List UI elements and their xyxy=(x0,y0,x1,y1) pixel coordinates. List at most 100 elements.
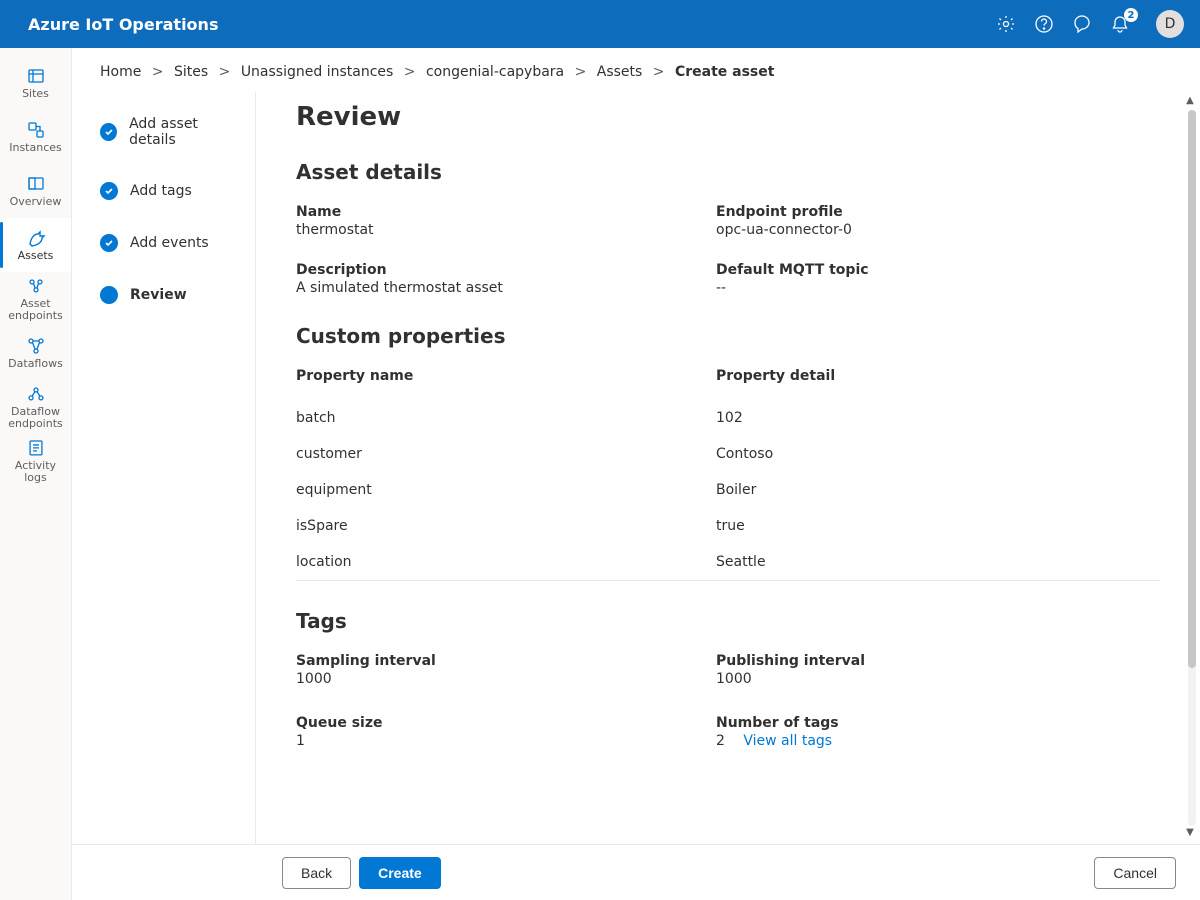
overview-icon xyxy=(26,174,46,194)
feedback-icon[interactable] xyxy=(1072,14,1092,34)
instances-icon xyxy=(26,120,46,140)
rail-item-instances[interactable]: Instances xyxy=(0,110,71,164)
settings-icon[interactable] xyxy=(996,14,1016,34)
prop-name: customer xyxy=(296,436,716,472)
label-queue: Queue size xyxy=(296,715,716,731)
dataflow-endpoints-icon xyxy=(26,384,46,404)
label-description: Description xyxy=(296,262,716,278)
crumb-current: Create asset xyxy=(675,64,774,80)
rail-label: Activity logs xyxy=(2,460,69,484)
rail-item-dataflow-endpoints[interactable]: Dataflow endpoints xyxy=(0,380,71,434)
dataflows-icon xyxy=(26,336,46,356)
col-property-name: Property name xyxy=(296,368,716,400)
rail-item-activity-logs[interactable]: Activity logs xyxy=(0,434,71,488)
rail-label: Overview xyxy=(10,196,62,208)
value-tag-count: 2 xyxy=(716,733,725,749)
rail-label: Dataflow endpoints xyxy=(2,406,69,430)
label-sampling: Sampling interval xyxy=(296,653,716,669)
create-button[interactable]: Create xyxy=(359,857,441,889)
step-label: Review xyxy=(130,287,187,303)
breadcrumb-sep: > xyxy=(152,64,164,80)
back-button[interactable]: Back xyxy=(282,857,351,889)
content-scroll: Review Asset details Name thermostat End… xyxy=(256,92,1200,844)
prop-detail: true xyxy=(716,508,1160,544)
check-icon xyxy=(100,182,118,200)
prop-name: isSpare xyxy=(296,508,716,544)
crumb-home[interactable]: Home xyxy=(100,64,141,80)
help-icon[interactable] xyxy=(1034,14,1054,34)
avatar[interactable]: D xyxy=(1156,10,1184,38)
wizard-steps: Add asset details Add tags Add events Re… xyxy=(72,92,256,844)
rail-item-assets[interactable]: Assets xyxy=(0,218,71,272)
scroll-down-icon[interactable]: ▼ xyxy=(1184,828,1196,840)
rail-label: Assets xyxy=(18,250,54,262)
step-add-tags[interactable]: Add tags xyxy=(100,182,243,200)
crumb-assets[interactable]: Assets xyxy=(597,64,643,80)
step-label: Add tags xyxy=(130,183,192,199)
rail-item-dataflows[interactable]: Dataflows xyxy=(0,326,71,380)
app-title: Azure IoT Operations xyxy=(28,15,996,34)
step-add-asset-details[interactable]: Add asset details xyxy=(100,116,243,148)
left-rail: Sites Instances Overview Assets Asset en… xyxy=(0,48,72,900)
topbar-actions: 2 D xyxy=(996,10,1184,38)
cancel-button[interactable]: Cancel xyxy=(1094,857,1176,889)
value-description: A simulated thermostat asset xyxy=(296,280,716,296)
rail-label: Instances xyxy=(9,142,62,154)
rail-label: Asset endpoints xyxy=(2,298,69,322)
breadcrumb: Home > Sites > Unassigned instances > co… xyxy=(72,48,1200,92)
topbar: Azure IoT Operations 2 D xyxy=(0,0,1200,48)
current-step-icon xyxy=(100,286,118,304)
label-endpoint: Endpoint profile xyxy=(716,204,1160,220)
prop-detail: Boiler xyxy=(716,472,1160,508)
label-name: Name xyxy=(296,204,716,220)
breadcrumb-sep: > xyxy=(575,64,587,80)
page-title: Review xyxy=(296,102,1160,132)
scrollbar-thumb[interactable] xyxy=(1188,110,1196,668)
check-icon xyxy=(100,234,118,252)
label-mqtt: Default MQTT topic xyxy=(716,262,1160,278)
value-queue: 1 xyxy=(296,733,716,749)
section-tags: Tags xyxy=(296,609,1160,633)
section-custom-properties: Custom properties xyxy=(296,324,1160,348)
breadcrumb-sep: > xyxy=(653,64,665,80)
step-review[interactable]: Review xyxy=(100,286,243,304)
step-label: Add asset details xyxy=(129,116,243,148)
prop-name: batch xyxy=(296,400,716,436)
wizard-footer: Back Create Cancel xyxy=(72,844,1200,900)
crumb-instance[interactable]: congenial-capybara xyxy=(426,64,564,80)
crumb-unassigned[interactable]: Unassigned instances xyxy=(241,64,394,80)
activity-logs-icon xyxy=(26,438,46,458)
prop-name: location xyxy=(296,544,716,580)
notification-badge: 2 xyxy=(1124,8,1138,22)
value-endpoint: opc-ua-connector-0 xyxy=(716,222,1160,238)
value-sampling: 1000 xyxy=(296,671,716,687)
rail-item-sites[interactable]: Sites xyxy=(0,56,71,110)
view-all-tags-link[interactable]: View all tags xyxy=(743,733,832,749)
rail-item-asset-endpoints[interactable]: Asset endpoints xyxy=(0,272,71,326)
sites-icon xyxy=(26,66,46,86)
step-add-events[interactable]: Add events xyxy=(100,234,243,252)
prop-detail: Contoso xyxy=(716,436,1160,472)
scrollbar[interactable] xyxy=(1188,110,1196,826)
notifications-icon[interactable]: 2 xyxy=(1110,14,1130,34)
section-asset-details: Asset details xyxy=(296,160,1160,184)
label-tag-count: Number of tags xyxy=(716,715,1160,731)
assets-icon xyxy=(26,228,46,248)
prop-detail: Seattle xyxy=(716,544,1160,580)
value-mqtt: -- xyxy=(716,280,1160,296)
scroll-up-icon[interactable]: ▲ xyxy=(1184,96,1196,108)
breadcrumb-sep: > xyxy=(219,64,231,80)
table-divider xyxy=(296,580,1160,581)
value-publishing: 1000 xyxy=(716,671,1160,687)
prop-name: equipment xyxy=(296,472,716,508)
breadcrumb-sep: > xyxy=(404,64,416,80)
check-icon xyxy=(100,123,117,141)
rail-item-overview[interactable]: Overview xyxy=(0,164,71,218)
col-property-detail: Property detail xyxy=(716,368,1160,400)
asset-endpoints-icon xyxy=(26,276,46,296)
value-name: thermostat xyxy=(296,222,716,238)
prop-detail: 102 xyxy=(716,400,1160,436)
step-label: Add events xyxy=(130,235,209,251)
crumb-sites[interactable]: Sites xyxy=(174,64,208,80)
rail-label: Sites xyxy=(22,88,49,100)
